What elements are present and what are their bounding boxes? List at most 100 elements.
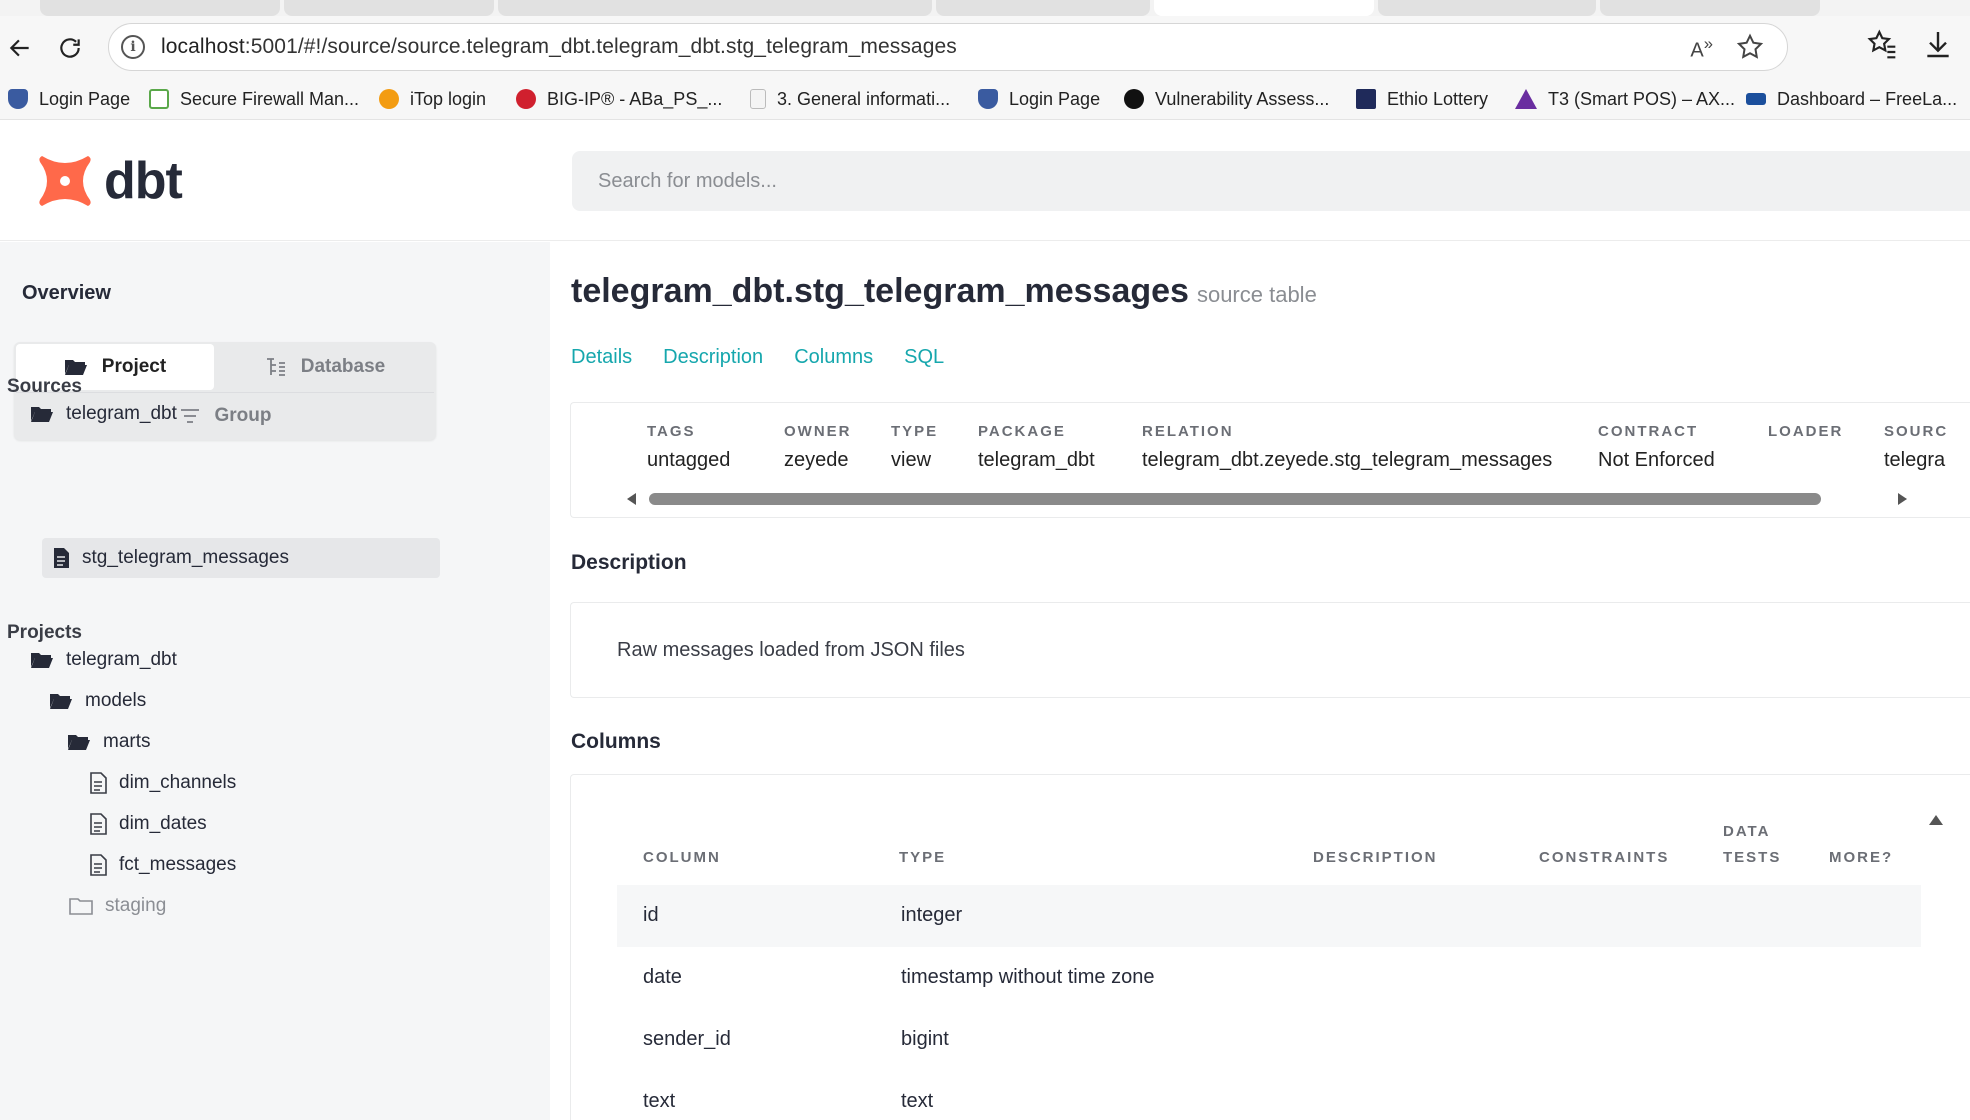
browser-tab[interactable] <box>40 0 280 16</box>
tab-details[interactable]: Details <box>571 346 632 369</box>
search-input[interactable] <box>572 151 1970 211</box>
url-field[interactable]: i localhost:5001/#!/source/source.telegr… <box>108 23 1788 71</box>
bookmark-favicon-icon <box>1356 89 1376 109</box>
bookmark-general-information[interactable]: 3. General informati... <box>750 86 950 112</box>
browser-tab-active[interactable] <box>1154 0 1374 16</box>
bookmark-label: T3 (Smart POS) – AX... <box>1548 88 1736 109</box>
bookmark-big-ip[interactable]: BIG-IP® - ABa_PS_... <box>516 86 722 112</box>
favorite-star-icon[interactable] <box>1735 32 1765 62</box>
tree-item-label: marts <box>103 731 151 752</box>
column-type: integer <box>901 904 963 926</box>
table-row[interactable]: date timestamp without time zone <box>617 947 1921 1009</box>
tab-description[interactable]: Description <box>663 346 763 369</box>
bookmark-ethio-lottery[interactable]: Ethio Lottery <box>1356 86 1488 112</box>
bookmark-label: Login Page <box>1009 88 1101 109</box>
url-host: localhost <box>161 35 245 58</box>
bookmark-favicon-icon <box>1124 89 1144 109</box>
table-row[interactable]: sender_id bigint <box>617 1009 1921 1071</box>
column-header-more[interactable]: MORE? <box>1829 849 1893 866</box>
refresh-button[interactable] <box>50 28 90 68</box>
detail-tags: TAGS untagged <box>647 423 730 472</box>
browser-tab[interactable] <box>284 0 494 16</box>
table-row[interactable]: text text <box>617 1071 1921 1120</box>
project-folder-marts[interactable]: marts <box>67 722 151 762</box>
details-card: TAGS untagged OWNER zeyede TYPE view PACKAG… <box>570 402 1970 518</box>
scroll-up-arrow-icon[interactable] <box>1929 815 1943 825</box>
bookmark-login-page-2[interactable]: Login Page <box>978 86 1100 112</box>
detail-value: zeyede <box>784 449 849 471</box>
detail-package: PACKAGE telegram_dbt <box>978 423 1095 472</box>
column-header-data-tests-line2[interactable]: TESTS <box>1723 849 1781 866</box>
browser-tab[interactable] <box>936 0 1150 16</box>
back-button[interactable] <box>0 28 40 68</box>
project-folder-models[interactable]: models <box>49 681 146 721</box>
source-item-stg-telegram-messages[interactable]: stg_telegram_messages <box>42 538 440 578</box>
bookmark-login-page[interactable]: Login Page <box>8 86 130 112</box>
bookmark-t3-smart-pos[interactable]: T3 (Smart POS) – AX... <box>1515 86 1735 112</box>
url-text[interactable]: localhost:5001/#!/source/source.telegram… <box>161 35 957 59</box>
detail-value: telegra <box>1884 449 1946 471</box>
column-header-description[interactable]: DESCRIPTION <box>1313 849 1438 866</box>
detail-type: TYPE view <box>891 423 938 472</box>
detail-value: telegram_dbt <box>978 449 1095 471</box>
model-item-fct-messages[interactable]: fct_messages <box>89 845 236 885</box>
browser-tab[interactable] <box>498 0 932 16</box>
scroll-left-arrow-icon[interactable] <box>627 493 636 505</box>
dbt-logo[interactable]: dbt <box>36 151 183 211</box>
folder-open-icon <box>68 735 90 750</box>
database-view-button[interactable]: Database <box>216 344 434 390</box>
download-icon[interactable] <box>1922 28 1954 60</box>
bookmark-label: Ethio Lottery <box>1387 88 1489 109</box>
bookmark-dashboard-freelance[interactable]: Dashboard – FreeLa... <box>1746 86 1957 112</box>
page-subtitle: source table <box>1196 282 1317 307</box>
model-item-dim-channels[interactable]: dim_channels <box>89 763 236 803</box>
url-path: :5001/#!/source/source.telegram_dbt.tele… <box>244 35 957 58</box>
favorites-icon[interactable] <box>1866 28 1898 60</box>
search-box[interactable] <box>572 151 1970 211</box>
overview-link[interactable]: Overview <box>22 282 111 305</box>
bookmarks-bar: Login Page Secure Firewall Man... iTop l… <box>0 78 1970 120</box>
detail-value: telegram_dbt.zeyede.stg_telegram_message… <box>1142 449 1553 471</box>
column-name: sender_id <box>643 1028 731 1050</box>
tab-sql[interactable]: SQL <box>904 346 944 369</box>
bookmark-favicon-icon <box>1746 93 1766 105</box>
model-item-dim-dates[interactable]: dim_dates <box>89 804 207 844</box>
column-header-constraints[interactable]: CONSTRAINTS <box>1539 849 1669 866</box>
description-heading: Description <box>571 551 687 574</box>
columns-card: COLUMN TYPE DESCRIPTION CONSTRAINTS DATA… <box>570 774 1970 1120</box>
database-tree-icon <box>266 358 285 376</box>
read-aloud-icon[interactable]: A» <box>1690 34 1713 63</box>
document-outline-icon <box>90 813 107 835</box>
scroll-right-arrow-icon[interactable] <box>1898 493 1907 505</box>
bookmark-itop-login[interactable]: iTop login <box>379 86 486 112</box>
detail-source: SOURC telegra <box>1884 423 1948 472</box>
column-header-type[interactable]: TYPE <box>899 849 946 866</box>
bookmark-favicon-icon <box>750 89 766 109</box>
site-info-icon[interactable]: i <box>121 35 145 59</box>
column-header-data-tests-line1[interactable]: DATA <box>1723 823 1770 840</box>
column-header-column[interactable]: COLUMN <box>643 849 721 866</box>
bookmark-favicon-icon <box>149 89 169 109</box>
sidebar: Overview Project Database Group Sources … <box>0 242 550 1120</box>
detail-header: TAGS <box>647 423 696 440</box>
project-folder-telegram-dbt[interactable]: telegram_dbt <box>30 640 177 680</box>
bookmark-vulnerability-assessment[interactable]: Vulnerability Assess... <box>1124 86 1329 112</box>
project-folder-staging[interactable]: staging <box>69 886 166 926</box>
project-view-label: Project <box>101 356 167 377</box>
tab-columns[interactable]: Columns <box>794 346 873 369</box>
bookmark-favicon-icon <box>516 89 536 109</box>
bookmark-favicon-icon <box>379 89 399 109</box>
bookmark-secure-firewall[interactable]: Secure Firewall Man... <box>149 86 359 112</box>
dbt-logo-icon <box>39 156 91 206</box>
browser-tab[interactable] <box>1600 0 1820 16</box>
browser-tab[interactable] <box>1378 0 1596 16</box>
source-folder-telegram-dbt[interactable]: telegram_dbt <box>30 394 177 434</box>
detail-value: Not Enforced <box>1598 449 1715 471</box>
scrollbar-thumb[interactable] <box>649 493 1821 505</box>
tree-item-label: models <box>85 690 147 711</box>
horizontal-scrollbar[interactable] <box>627 491 1907 507</box>
detail-header: CONTRACT <box>1598 423 1699 440</box>
tree-item-label: stg_telegram_messages <box>82 547 289 568</box>
page-title: telegram_dbt.stg_telegram_messages <box>571 272 1189 310</box>
table-row[interactable]: id integer <box>617 885 1921 947</box>
